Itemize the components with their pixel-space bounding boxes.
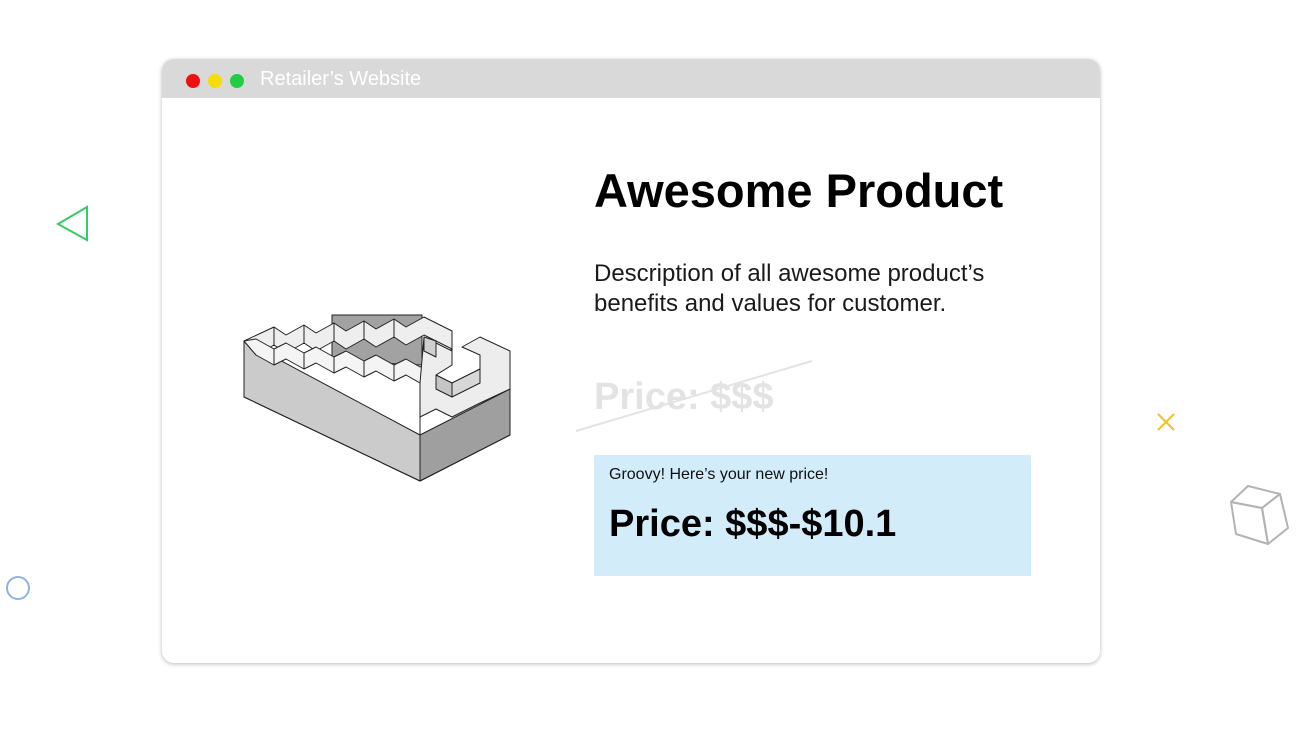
promo-message: Groovy! Here’s your new price! bbox=[609, 466, 829, 483]
window-title: Retailer’s Website bbox=[260, 68, 422, 90]
close-window-dot[interactable] bbox=[186, 74, 200, 88]
title-bar: Retailer’s Website bbox=[162, 59, 1100, 98]
new-price-box: Groovy! Here’s your new price! Price: $$… bbox=[594, 455, 1031, 576]
product-description: Description of all awesome product’s ben… bbox=[594, 260, 985, 317]
triangle-outline-icon bbox=[55, 205, 88, 242]
product-title: Awesome Product bbox=[594, 164, 1004, 217]
browser-window: Retailer’s Website Awesome Product Descr… bbox=[162, 59, 1100, 663]
cube-outline-icon bbox=[1230, 485, 1289, 545]
new-price: Price: $$$-$10.1 bbox=[609, 503, 897, 545]
impossible-staircase-icon bbox=[243, 314, 511, 482]
strikethrough-line bbox=[575, 360, 813, 432]
circle-outline-icon bbox=[6, 576, 30, 600]
maximize-window-dot[interactable] bbox=[230, 74, 244, 88]
x-mark-icon bbox=[1157, 413, 1175, 431]
minimize-window-dot[interactable] bbox=[208, 74, 222, 88]
